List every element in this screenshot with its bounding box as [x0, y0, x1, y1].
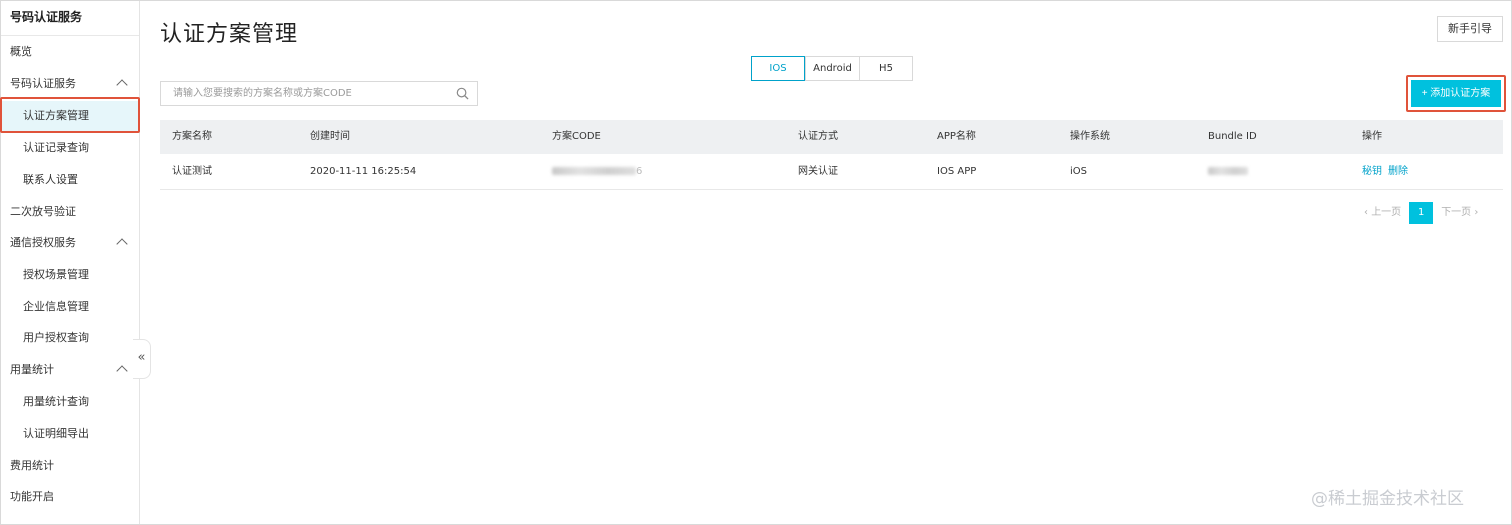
redacted-bundle-id	[1208, 167, 1248, 175]
sidebar-item-label: 授权场景管理	[23, 268, 89, 281]
sidebar-item-usage-stats-query[interactable]: 用量统计查询	[1, 387, 140, 417]
sidebar-item-contact-settings[interactable]: 联系人设置	[1, 165, 140, 195]
bundle-id-cell	[1208, 154, 1248, 189]
app-name-cell: IOS APP	[937, 166, 977, 177]
tab-android[interactable]: Android	[805, 57, 859, 80]
page-number-current[interactable]: 1	[1409, 202, 1434, 224]
sidebar-item-label: 企业信息管理	[23, 300, 89, 313]
column-header: APP名称	[937, 131, 976, 142]
next-page-button[interactable]: 下一页 ›	[1437, 202, 1482, 224]
search-input[interactable]	[161, 82, 451, 105]
table-header: 方案名称 创建时间 方案CODE 认证方式 APP名称 操作系统 Bundle …	[160, 120, 1503, 154]
sidebar-item-label: 功能开启	[10, 490, 54, 503]
sidebar-title: 号码认证服务	[1, 1, 139, 36]
column-header: 方案名称	[172, 131, 212, 142]
sidebar-item-user-auth-query[interactable]: 用户授权查询	[1, 323, 140, 353]
actions-cell: 秘钥 删除	[1362, 154, 1414, 189]
tab-ios[interactable]: IOS	[751, 56, 805, 81]
column-header: 方案CODE	[552, 131, 601, 142]
column-header: 创建时间	[310, 131, 350, 142]
sidebar-item-auth-scene-management[interactable]: 授权场景管理	[1, 260, 140, 290]
sidebar-item-label: 认证明细导出	[23, 427, 89, 440]
annotation-highlight-box	[0, 97, 140, 133]
sidebar-item-company-info-management[interactable]: 企业信息管理	[1, 292, 140, 322]
sidebar-group-telecom-auth[interactable]: 通信授权服务	[1, 228, 140, 258]
scheme-code-suffix: 6	[636, 166, 643, 177]
chevron-up-icon	[116, 365, 128, 377]
sidebar-item-label: 费用统计	[10, 459, 54, 472]
tab-h5[interactable]: H5	[859, 57, 912, 80]
secret-key-link[interactable]: 秘钥	[1362, 166, 1382, 177]
sidebar-item-feature-enable[interactable]: 功能开启	[1, 482, 140, 512]
redacted-code	[552, 167, 636, 175]
sidebar-item-label: 联系人设置	[23, 173, 78, 186]
sidebar-item-label: 二次放号验证	[10, 205, 76, 218]
column-header: Bundle ID	[1208, 131, 1257, 142]
os-cell: iOS	[1070, 166, 1087, 177]
sidebar-item-label: 用户授权查询	[23, 331, 89, 344]
pagination: ‹ 上一页 1 下一页 ›	[1360, 202, 1482, 224]
sidebar-item-label: 用量统计	[10, 363, 54, 376]
sidebar-item-auth-detail-export[interactable]: 认证明细导出	[1, 419, 140, 449]
annotation-highlight-box: + 添加认证方案	[1406, 75, 1506, 112]
sidebar-group-number-auth[interactable]: 号码认证服务	[1, 69, 140, 99]
chevron-up-icon	[116, 79, 128, 91]
auth-method-cell: 网关认证	[798, 166, 838, 177]
table-row: 认证测试 2020-11-11 16:25:54 6 网关认证 IOS APP …	[160, 154, 1503, 190]
sidebar-item-auth-record-query[interactable]: 认证记录查询	[1, 133, 140, 163]
prev-page-button[interactable]: ‹ 上一页	[1360, 202, 1405, 224]
double-chevron-left-icon: «	[137, 350, 146, 365]
sidebar-group-usage-stats[interactable]: 用量统计	[1, 355, 140, 385]
sidebar-item-overview[interactable]: 概览	[1, 37, 140, 67]
prev-page-label: 上一页	[1371, 207, 1402, 218]
delete-link[interactable]: 删除	[1388, 166, 1408, 177]
created-time-cell: 2020-11-11 16:25:54	[310, 166, 417, 177]
column-header: 认证方式	[798, 131, 838, 142]
platform-tabs: IOS Android H5	[751, 56, 913, 81]
sidebar-item-label: 用量统计查询	[23, 395, 89, 408]
scheme-code-cell: 6	[552, 154, 642, 189]
sidebar-item-label: 通信授权服务	[10, 236, 76, 249]
chevron-up-icon	[116, 238, 128, 250]
scheme-name-cell: 认证测试	[172, 166, 212, 177]
search-box	[160, 81, 478, 106]
sidebar: 号码认证服务 概览 号码认证服务 认证方案管理 认证记录查询 联系人设置 二次放…	[1, 1, 140, 524]
column-header: 操作系统	[1070, 131, 1110, 142]
sidebar-item-label: 号码认证服务	[10, 77, 76, 90]
search-icon[interactable]	[456, 87, 469, 100]
sidebar-item-reissued-number-verify[interactable]: 二次放号验证	[1, 197, 140, 227]
auth-scheme-table: 方案名称 创建时间 方案CODE 认证方式 APP名称 操作系统 Bundle …	[160, 120, 1503, 190]
sidebar-item-label: 概览	[10, 45, 32, 58]
next-page-label: 下一页	[1441, 207, 1472, 218]
column-header: 操作	[1362, 131, 1382, 142]
sidebar-item-label: 认证记录查询	[23, 141, 89, 154]
watermark: @稀土掘金技术社区	[1311, 489, 1464, 509]
sidebar-collapse-handle[interactable]: «	[133, 339, 151, 379]
page-title: 认证方案管理	[160, 22, 299, 47]
add-auth-scheme-button[interactable]: + 添加认证方案	[1411, 80, 1501, 107]
sidebar-item-cost-stats[interactable]: 费用统计	[1, 451, 140, 481]
beginner-guide-button[interactable]: 新手引导	[1437, 16, 1503, 42]
